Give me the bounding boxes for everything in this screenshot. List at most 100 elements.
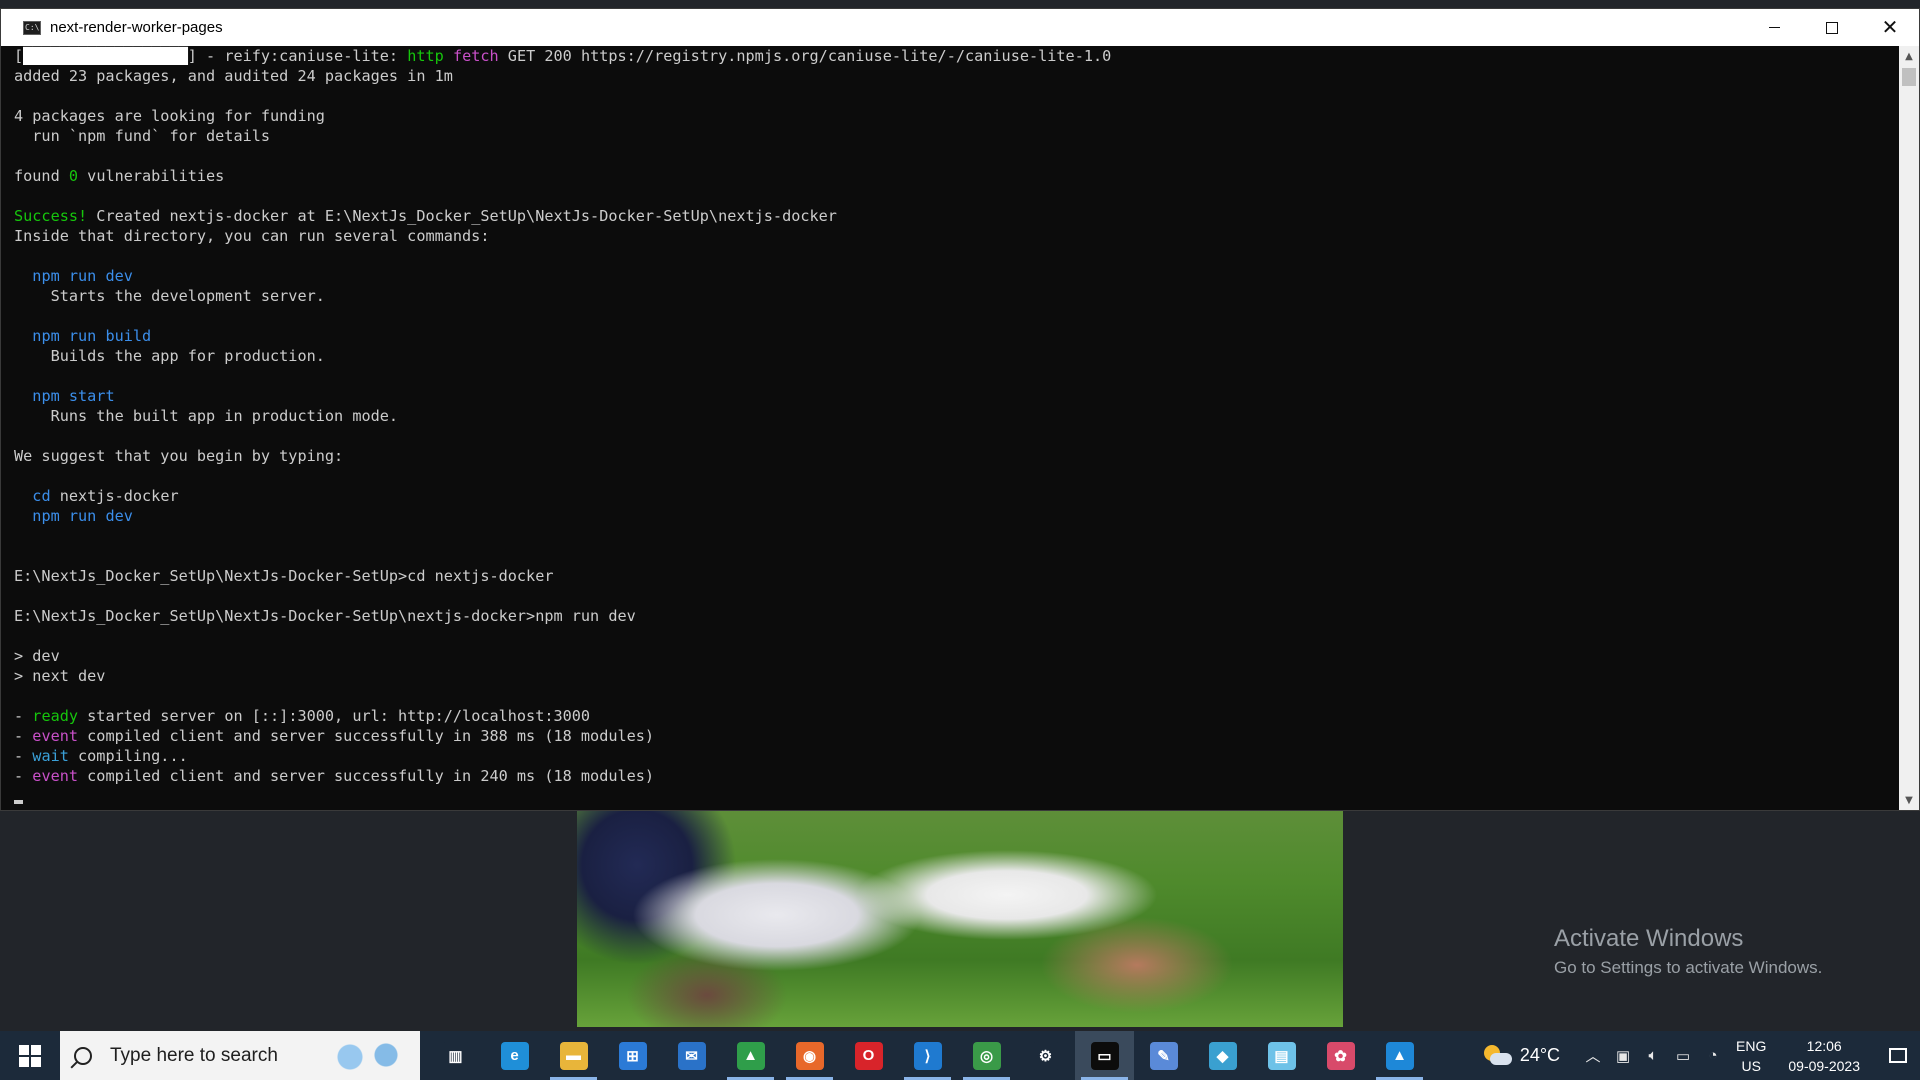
- minimize-icon: [1768, 27, 1780, 28]
- language-indicator[interactable]: ENG US: [1736, 1036, 1766, 1076]
- window-titlebar[interactable]: C:\ next-render-worker-pages ✕: [1, 9, 1919, 46]
- console-text: GET 200 https://registry.npmjs.org/caniu…: [498, 47, 1112, 65]
- console-app-icon[interactable]: C:\: [23, 20, 41, 35]
- taskbar-app-firefox[interactable]: ◉: [780, 1031, 839, 1080]
- speaker-icon[interactable]: 🔈︎: [1638, 1031, 1668, 1080]
- console-text: vulnerabilities: [78, 167, 225, 185]
- store-icon: ⊞: [618, 1041, 647, 1070]
- windows-logo-icon: [19, 1044, 41, 1067]
- taskbar-app-vscode[interactable]: ⟩: [898, 1031, 957, 1080]
- maximize-button[interactable]: [1803, 9, 1861, 46]
- console-text: npm run dev: [32, 507, 133, 525]
- console-line: added 23 packages, and audited 24 packag…: [14, 66, 1899, 86]
- edge-icon: e: [500, 1041, 529, 1070]
- taskbar-app-task-view[interactable]: ▥: [426, 1031, 485, 1080]
- chevron-up-icon: ▲: [1905, 50, 1913, 62]
- firefox-icon: ◉: [795, 1041, 824, 1070]
- console-text: found: [14, 167, 69, 185]
- taskbar-app-image-editor[interactable]: ▲: [721, 1031, 780, 1080]
- console-text: run `npm fund` for details: [14, 127, 271, 145]
- console-text: npm run build: [32, 327, 152, 345]
- console-text: We suggest that you begin by typing:: [14, 447, 344, 465]
- taskbar-app-terminal[interactable]: ▭: [1075, 1031, 1134, 1080]
- console-text: cd: [32, 487, 51, 505]
- console-line: Starts the development server.: [14, 286, 1899, 306]
- wifi-icon[interactable]: ◔: [1698, 1031, 1728, 1080]
- taskbar-search[interactable]: Type here to search: [60, 1031, 420, 1080]
- desktop-wallpaper: [577, 805, 1343, 1027]
- taskbar-app-opera[interactable]: O: [839, 1031, 898, 1080]
- search-highlight-icon: [328, 1037, 412, 1075]
- console-window[interactable]: C:\ next-render-worker-pages ✕ [████████…: [0, 8, 1920, 811]
- weather-temperature: 24°C: [1519, 1045, 1561, 1065]
- console-text: event: [32, 727, 79, 745]
- notepad-icon: ▤: [1267, 1041, 1296, 1070]
- scroll-down-button[interactable]: ▼: [1899, 790, 1919, 810]
- clock[interactable]: 12:06 09-09-2023: [1788, 1036, 1860, 1076]
- chevron-down-icon: ▼: [1905, 794, 1913, 806]
- chevron-up-icon[interactable]: ︿: [1578, 1031, 1608, 1080]
- console-text: npm run dev: [32, 267, 133, 285]
- console-text: Builds the app for production.: [14, 347, 325, 365]
- console-line: - event compiled client and server succe…: [14, 726, 1899, 746]
- folder-icon: ▬: [559, 1041, 588, 1070]
- console-output[interactable]: [██████████████████] - reify:caniuse-lit…: [1, 46, 1899, 810]
- console-text: -: [14, 707, 33, 725]
- meet-now-icon[interactable]: ▣: [1608, 1031, 1638, 1080]
- console-line: - event compiled client and server succe…: [14, 766, 1899, 786]
- activate-windows-title: Activate Windows: [1554, 925, 1744, 952]
- taskbar-app-notepad[interactable]: ▤: [1252, 1031, 1311, 1080]
- taskbar-app-edge[interactable]: e: [485, 1031, 544, 1080]
- console-text: compiled client and server successfully …: [78, 727, 655, 745]
- console-text: -: [14, 747, 33, 765]
- console-text: compiling...: [68, 747, 188, 765]
- terminal-icon: ▭: [1090, 1041, 1119, 1070]
- console-line: 4 packages are looking for funding: [14, 106, 1899, 126]
- console-line: We suggest that you begin by typing:: [14, 446, 1899, 466]
- console-text: 4 packages are looking for funding: [14, 107, 325, 125]
- taskbar-app-paint[interactable]: ✎: [1134, 1031, 1193, 1080]
- taskbar-app-mail[interactable]: ✉: [662, 1031, 721, 1080]
- console-text: Inside that directory, you can run sever…: [14, 227, 490, 245]
- console-text: Starts the development server.: [14, 287, 325, 305]
- console-text: event: [32, 767, 79, 785]
- vertical-scrollbar[interactable]: ▲ ▼: [1899, 46, 1919, 810]
- maximize-icon: [1826, 21, 1838, 34]
- notification-center-button[interactable]: [1876, 1031, 1920, 1080]
- keyboard-layout: US: [1741, 1057, 1761, 1074]
- system-tray: 24°C ︿ ▣ 🔈︎ ▭ ◔ ENG US 12:06 09-09-2023: [1482, 1031, 1920, 1080]
- taskbar-app-microsoft-store[interactable]: ⊞: [603, 1031, 662, 1080]
- taskbar-app-file-explorer[interactable]: ▬: [544, 1031, 603, 1080]
- taskbar: Type here to search ▥ e ▬ ⊞ ✉ ▲ ◉ O ⟩ ◎ ⚙ ▭ ✎ ◆ ▤ ✿ ▲ 24…: [0, 1031, 1920, 1080]
- console-text: fetch: [452, 47, 499, 65]
- scrollbar-thumb[interactable]: [1902, 68, 1916, 86]
- console-line: - ready started server on [::]:3000, url…: [14, 706, 1899, 726]
- taskbar-app-git-tool[interactable]: ◆: [1193, 1031, 1252, 1080]
- start-button[interactable]: [0, 1031, 60, 1080]
- minimize-button[interactable]: [1745, 9, 1803, 46]
- console-text: Runs the built app in production mode.: [14, 407, 399, 425]
- weather-widget[interactable]: 24°C: [1482, 1044, 1561, 1067]
- search-placeholder: Type here to search: [110, 1044, 278, 1066]
- taskbar-app-list: ▥ e ▬ ⊞ ✉ ▲ ◉ O ⟩ ◎ ⚙ ▭ ✎ ◆ ▤ ✿ ▲: [426, 1031, 1429, 1080]
- scroll-up-button[interactable]: ▲: [1899, 46, 1919, 66]
- console-line: Runs the built app in production mode.: [14, 406, 1899, 426]
- console-line: E:\NextJs_Docker_SetUp\NextJs-Docker-Set…: [14, 606, 1899, 626]
- console-text: 0: [68, 167, 79, 185]
- taskbar-app-photos[interactable]: ▲: [1370, 1031, 1429, 1080]
- console-text: nextjs-docker: [50, 487, 179, 505]
- task-view-icon: ▥: [441, 1041, 470, 1070]
- activate-windows-watermark: Activate Windows Go to Settings to activ…: [1554, 924, 1822, 980]
- battery-icon[interactable]: ▭: [1668, 1031, 1698, 1080]
- taskbar-app-paint-3d[interactable]: ✿: [1311, 1031, 1370, 1080]
- close-button[interactable]: ✕: [1861, 9, 1919, 46]
- taskbar-app-chrome[interactable]: ◎: [957, 1031, 1016, 1080]
- console-text: npm start: [32, 387, 115, 405]
- taskbar-app-settings[interactable]: ⚙: [1016, 1031, 1075, 1080]
